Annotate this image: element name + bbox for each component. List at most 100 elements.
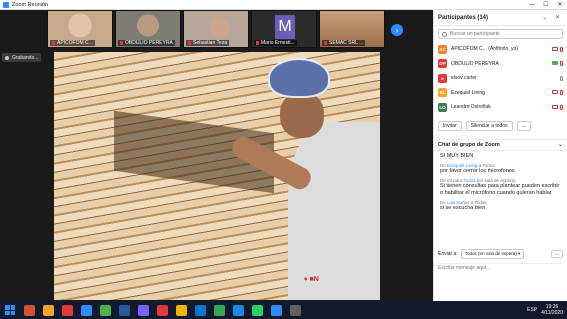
language-indicator[interactable]: ESP xyxy=(527,307,537,313)
maximize-button[interactable]: ☐ xyxy=(539,0,553,10)
side-panel: Participantes (14) ⌄ ✕ Buscar un partici… xyxy=(433,10,567,301)
clock-date: 4/11/2020 xyxy=(541,310,563,316)
taskbar-app-icon[interactable] xyxy=(62,304,73,316)
participants-actions: Invitar Silenciar a todos ... xyxy=(434,117,567,135)
chat-message: De mí para Todos (en sala de espera) Si … xyxy=(440,178,561,197)
windows-start-icon[interactable] xyxy=(5,305,15,315)
participant-row[interactable]: OP OBDULIO PEREYRA xyxy=(438,57,563,72)
taskbar-app-icon[interactable] xyxy=(24,304,35,316)
close-button[interactable]: ✕ xyxy=(553,0,567,10)
thumbnail-name: SEMAC SRL ... xyxy=(322,40,366,46)
participant-name: OBDULIO PEREYRA xyxy=(451,60,499,67)
message-text: por favor cerrar los microfonos xyxy=(440,167,515,174)
next-page-arrow-icon[interactable]: › xyxy=(391,24,403,36)
participant-row[interactable]: e elsov carter xyxy=(438,71,563,86)
chat-message: De Luis Nuñez a Todos si se escucha bien xyxy=(440,200,561,212)
video-person-hat xyxy=(268,58,330,98)
participant-name: Ezequiel Lining xyxy=(451,89,485,96)
invite-button[interactable]: Invitar xyxy=(438,120,462,131)
thumbnail-name: Sebastian Teza xyxy=(186,40,230,46)
taskbar-app-icon[interactable] xyxy=(138,304,149,316)
chat-header: Chat de grupo de Zoom ⌄ xyxy=(434,138,567,151)
muted-mic-icon xyxy=(120,40,123,45)
muted-mic-icon xyxy=(256,40,259,45)
chat-message: De Ezequiel Lining a Todos por favor cer… xyxy=(440,163,561,175)
participant-thumbnail[interactable]: APICOFOM C... xyxy=(47,10,113,48)
mic-off-icon[interactable] xyxy=(560,46,563,52)
chat-more-button[interactable]: ... xyxy=(550,249,563,258)
message-text: si se escucha bien xyxy=(440,204,486,211)
message-sender[interactable]: Luis Nuñez xyxy=(447,200,470,205)
mute-all-button[interactable]: Silenciar a todos xyxy=(465,120,513,131)
participant-avatar: M xyxy=(275,15,295,39)
muted-mic-icon xyxy=(188,40,191,45)
video-person-head xyxy=(280,92,324,138)
video-off-icon[interactable] xyxy=(552,104,558,109)
message-text: SI MUY BIEN xyxy=(440,152,474,159)
video-off-icon[interactable] xyxy=(552,46,558,51)
send-to-row: Enviar a: Todos (en sala de espera) ▾ ..… xyxy=(434,247,567,261)
active-speaker-video[interactable]: ♦ ■N xyxy=(54,52,380,300)
mic-off-icon[interactable] xyxy=(560,90,563,96)
chat-compose-input[interactable]: Escribir mensaje aquí... xyxy=(438,262,563,273)
participants-title: Participantes (14) xyxy=(438,14,489,21)
word-icon[interactable] xyxy=(119,304,130,316)
taskbar-app-icon[interactable] xyxy=(290,304,301,316)
participant-list: AC APICOFOM C... (Anfitrión, yo) OP OBDU… xyxy=(434,42,567,115)
zoom-app-icon xyxy=(3,1,9,8)
thumbnail-name: APICOFOM C... xyxy=(50,40,95,46)
mic-off-icon[interactable] xyxy=(560,104,563,110)
message-recipient[interactable]: Todos xyxy=(463,178,475,183)
participant-thumbnail[interactable]: M Mario Ernesti... xyxy=(251,10,317,48)
chat-controls[interactable]: ⌄ xyxy=(558,141,563,148)
send-to-select[interactable]: Todos (en sala de espera) ▾ xyxy=(460,248,525,259)
mic-off-icon[interactable] xyxy=(560,61,563,67)
participant-avatar: OP xyxy=(438,59,447,69)
meeting-area: APICOFOM C... OBDULIO PEREYRA Sebastian … xyxy=(0,10,433,301)
taskbar-app-icon[interactable] xyxy=(81,304,92,316)
thumbnail-name: OBDULIO PEREYRA xyxy=(118,40,175,46)
whatsapp-icon[interactable] xyxy=(252,304,263,316)
minimize-button[interactable]: — xyxy=(525,0,539,10)
recording-icon xyxy=(5,55,9,60)
taskbar-app-icon[interactable] xyxy=(233,304,244,316)
participant-avatar: EL xyxy=(438,88,447,98)
mic-on-icon[interactable] xyxy=(560,75,563,81)
participant-avatar: e xyxy=(438,73,447,83)
participant-row[interactable]: AC APICOFOM C... (Anfitrión, yo) xyxy=(438,42,563,57)
chrome-icon[interactable] xyxy=(214,304,225,316)
participant-thumbnail[interactable]: SEMAC SRL ... xyxy=(319,10,385,48)
recording-indicator[interactable]: Grabando... xyxy=(2,53,42,62)
zoom-icon[interactable] xyxy=(271,304,282,316)
taskbar-app-icon[interactable] xyxy=(195,304,206,316)
taskbar-app-icon[interactable] xyxy=(157,304,168,316)
taskbar-app-icon[interactable] xyxy=(43,304,54,316)
participant-thumbnail[interactable]: OBDULIO PEREYRA xyxy=(115,10,181,48)
muted-mic-icon xyxy=(52,40,55,45)
participant-thumbnail-strip: APICOFOM C... OBDULIO PEREYRA Sebastian … xyxy=(0,10,433,50)
video-off-icon[interactable] xyxy=(552,90,558,95)
participant-row[interactable]: LO Leandro Ostrofiuk xyxy=(438,100,563,115)
system-tray: ESP 19:26 4/11/2020 xyxy=(527,304,567,316)
thumbnail-name: Mario Ernesti... xyxy=(254,40,297,46)
taskbar-app-icon[interactable] xyxy=(176,304,187,316)
panel-controls[interactable]: ⌄ ✕ xyxy=(542,14,563,21)
window-controls: — ☐ ✕ xyxy=(525,0,567,10)
video-on-icon[interactable] xyxy=(552,61,558,66)
chat-title: Chat de grupo de Zoom xyxy=(438,141,500,148)
search-icon xyxy=(442,31,447,37)
clock[interactable]: 19:26 4/11/2020 xyxy=(541,304,563,316)
window-title: Zoom Reunión xyxy=(12,1,49,8)
message-sender[interactable]: Ezequiel Lining xyxy=(447,163,478,168)
more-button[interactable]: ... xyxy=(516,120,531,131)
participant-thumbnail[interactable]: Sebastian Teza xyxy=(183,10,249,48)
taskbar-app-icon[interactable] xyxy=(100,304,111,316)
search-placeholder: Buscar un participante xyxy=(450,31,500,37)
muted-mic-icon xyxy=(324,40,327,45)
video-person-body xyxy=(288,122,380,300)
participant-row[interactable]: EL Ezequiel Lining xyxy=(438,86,563,101)
participant-search-input[interactable]: Buscar un participante xyxy=(438,29,563,39)
send-to-label: Enviar a: xyxy=(438,250,458,257)
participant-avatar: LO xyxy=(438,102,447,112)
participant-name: APICOFOM C... (Anfitrión, yo) xyxy=(451,46,518,53)
